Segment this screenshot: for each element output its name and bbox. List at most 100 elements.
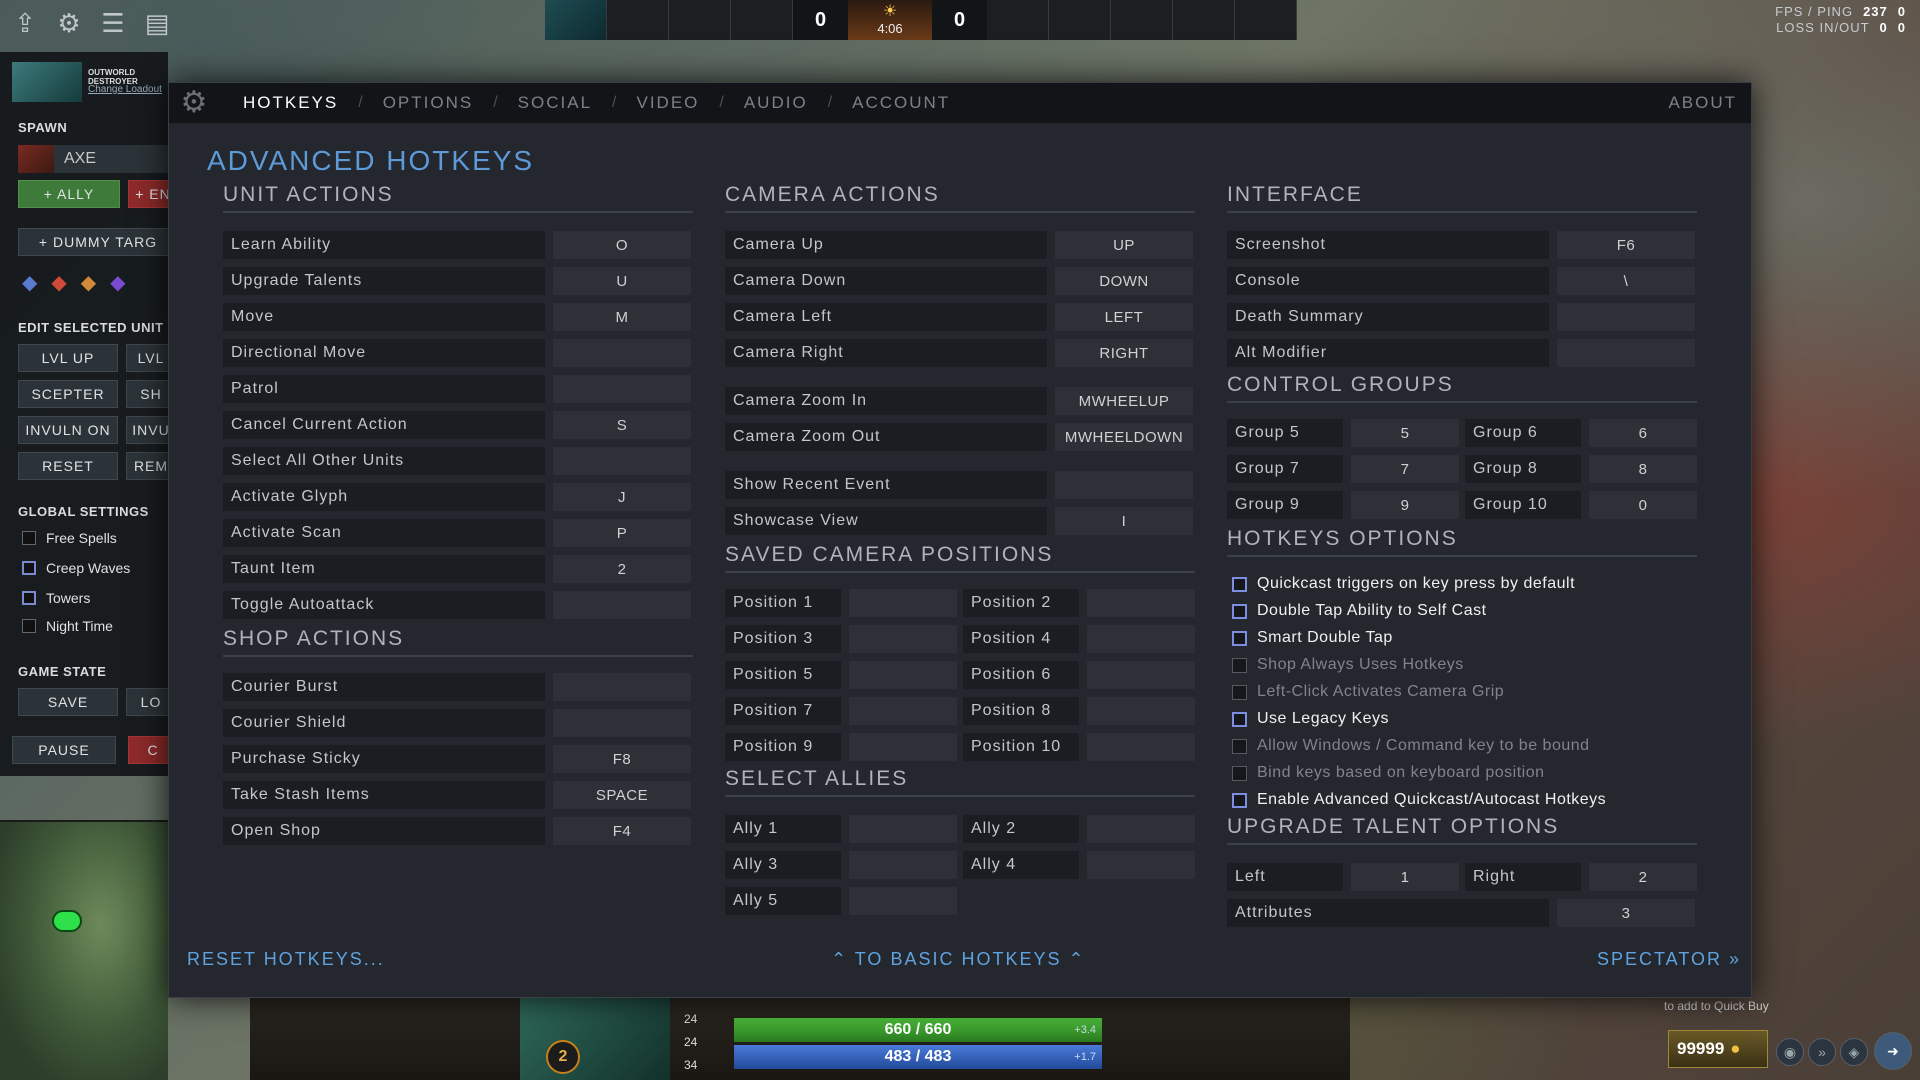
upload-icon[interactable]: ⇪ [12, 10, 38, 36]
checkbox[interactable] [22, 591, 36, 605]
hotkey-binding-field[interactable]: SPACE [553, 781, 691, 809]
hotkey-binding-field[interactable]: RIGHT [1055, 339, 1193, 367]
hotkey-binding-field[interactable]: F4 [553, 817, 691, 845]
checkbox[interactable] [1232, 684, 1247, 700]
hotkey-binding-field[interactable]: 7 [1351, 455, 1459, 483]
hotkey-binding-field[interactable]: \ [1557, 267, 1695, 295]
reset-hotkeys-button[interactable]: RESET HOTKEYS... [187, 949, 385, 970]
hotkey-binding-field[interactable]: 5 [1351, 419, 1459, 447]
hotkey-option[interactable]: Allow Windows / Command key to be bound [1232, 735, 1590, 757]
gold-display[interactable]: 99999 ● [1668, 1030, 1768, 1068]
hotkey-binding-field[interactable]: 2 [1589, 863, 1697, 891]
radiant-hero-slot[interactable] [545, 0, 607, 40]
hotkey-option[interactable]: Smart Double Tap [1232, 627, 1393, 649]
hotkey-binding-field[interactable] [849, 661, 957, 689]
hotkey-binding-field[interactable] [553, 447, 691, 475]
hotkey-binding-field[interactable]: 8 [1589, 455, 1697, 483]
hotkey-binding-field[interactable]: I [1055, 507, 1193, 535]
hotkey-binding-field[interactable] [553, 709, 691, 737]
shield-icon[interactable]: ◈ [1840, 1038, 1868, 1066]
hotkey-option[interactable]: Shop Always Uses Hotkeys [1232, 654, 1464, 676]
hero-portrait[interactable] [12, 62, 82, 102]
rune-icon[interactable]: ◆ [110, 270, 125, 295]
hotkey-binding-field[interactable]: 2 [553, 555, 691, 583]
hotkey-binding-field[interactable] [1087, 697, 1195, 725]
hotkey-binding-field[interactable] [1087, 625, 1195, 653]
hotkey-binding-field[interactable]: 3 [1557, 899, 1695, 927]
level-up-button[interactable]: LVL UP [18, 344, 118, 372]
hotkey-binding-field[interactable] [849, 887, 957, 915]
hotkey-binding-field[interactable]: J [553, 483, 691, 511]
hotkey-option[interactable]: Double Tap Ability to Self Cast [1232, 600, 1487, 622]
tab-video[interactable]: VIDEO [622, 93, 713, 113]
checkbox[interactable] [22, 619, 36, 633]
checkbox[interactable] [1232, 738, 1247, 754]
hotkey-binding-field[interactable]: O [553, 231, 691, 259]
spawn-dummy-button[interactable]: + DUMMY TARG [18, 228, 178, 256]
tab-audio[interactable]: AUDIO [730, 93, 822, 113]
dire-hero-slot[interactable] [987, 0, 1049, 40]
night-time-toggle[interactable]: Night Time [22, 618, 113, 634]
checkbox[interactable] [1232, 657, 1247, 673]
hotkey-binding-field[interactable] [849, 697, 957, 725]
hotkey-binding-field[interactable]: S [553, 411, 691, 439]
pause-button[interactable]: PAUSE [12, 736, 116, 764]
hotkey-binding-field[interactable] [553, 591, 691, 619]
checkbox[interactable] [1232, 630, 1247, 646]
radiant-hero-slot[interactable] [731, 0, 793, 40]
hotkey-option[interactable]: Use Legacy Keys [1232, 708, 1389, 730]
hotkey-binding-field[interactable]: 1 [1351, 863, 1459, 891]
hotkey-option[interactable]: Enable Advanced Quickcast/Autocast Hotke… [1232, 789, 1606, 811]
tab-account[interactable]: ACCOUNT [838, 93, 964, 113]
hotkey-binding-field[interactable] [1557, 339, 1695, 367]
hotkey-binding-field[interactable]: MWHEELDOWN [1055, 423, 1193, 451]
hotkey-binding-field[interactable] [1087, 851, 1195, 879]
hotkey-binding-field[interactable]: U [553, 267, 691, 295]
spectator-button[interactable]: SPECTATOR » [1597, 949, 1741, 970]
towers-toggle[interactable]: Towers [22, 590, 90, 606]
dire-hero-slot[interactable] [1173, 0, 1235, 40]
dire-hero-slot[interactable] [1049, 0, 1111, 40]
hotkey-binding-field[interactable] [1087, 815, 1195, 843]
hotkey-binding-field[interactable] [1087, 661, 1195, 689]
spawn-ally-button[interactable]: + ALLY [18, 180, 120, 208]
scoreboard-icon[interactable]: ▤ [144, 10, 170, 36]
hotkey-binding-field[interactable]: 9 [1351, 491, 1459, 519]
shop-open-icon[interactable]: ➜ [1874, 1032, 1912, 1070]
hotkey-binding-field[interactable]: MWHEELUP [1055, 387, 1193, 415]
dire-hero-slot[interactable] [1111, 0, 1173, 40]
hotkey-binding-field[interactable] [849, 851, 957, 879]
hotkey-binding-field[interactable]: DOWN [1055, 267, 1193, 295]
rune-icon[interactable]: ◆ [81, 270, 96, 295]
checkbox[interactable] [1232, 603, 1247, 619]
checkbox[interactable] [1232, 792, 1247, 808]
hotkey-binding-field[interactable] [1087, 589, 1195, 617]
hotkey-option[interactable]: Bind keys based on keyboard position [1232, 762, 1545, 784]
hotkey-binding-field[interactable] [849, 625, 957, 653]
scepter-button[interactable]: SCEPTER [18, 380, 118, 408]
tab-social[interactable]: SOCIAL [504, 93, 606, 113]
hotkey-option[interactable]: Left-Click Activates Camera Grip [1232, 681, 1504, 703]
hotkey-binding-field[interactable] [1087, 733, 1195, 761]
hotkey-binding-field[interactable] [553, 339, 691, 367]
hotkey-binding-field[interactable]: P [553, 519, 691, 547]
invuln-on-button[interactable]: INVULN ON [18, 416, 118, 444]
creep-waves-toggle[interactable]: Creep Waves [22, 560, 130, 576]
dire-hero-slot[interactable] [1235, 0, 1297, 40]
checkbox[interactable] [1232, 765, 1247, 781]
save-state-button[interactable]: SAVE [18, 688, 118, 716]
hotkey-binding-field[interactable] [849, 815, 957, 843]
tab-hotkeys[interactable]: HOTKEYS [229, 93, 352, 113]
courier-icon[interactable]: ◉ [1776, 1038, 1804, 1066]
radiant-hero-slot[interactable] [607, 0, 669, 40]
to-basic-hotkeys-button[interactable]: ⌃ TO BASIC HOTKEYS ⌃ [831, 949, 1086, 970]
hotkey-binding-field[interactable] [1557, 303, 1695, 331]
menu-icon[interactable]: ☰ [100, 10, 126, 36]
minimap[interactable] [0, 820, 168, 1080]
hotkey-binding-field[interactable] [553, 673, 691, 701]
fast-forward-icon[interactable]: » [1808, 1038, 1836, 1066]
hotkey-option[interactable]: Quickcast triggers on key press by defau… [1232, 573, 1575, 595]
hotkey-binding-field[interactable] [1055, 471, 1193, 499]
change-loadout-link[interactable]: Change Loadout [88, 84, 162, 95]
checkbox[interactable] [1232, 576, 1247, 592]
